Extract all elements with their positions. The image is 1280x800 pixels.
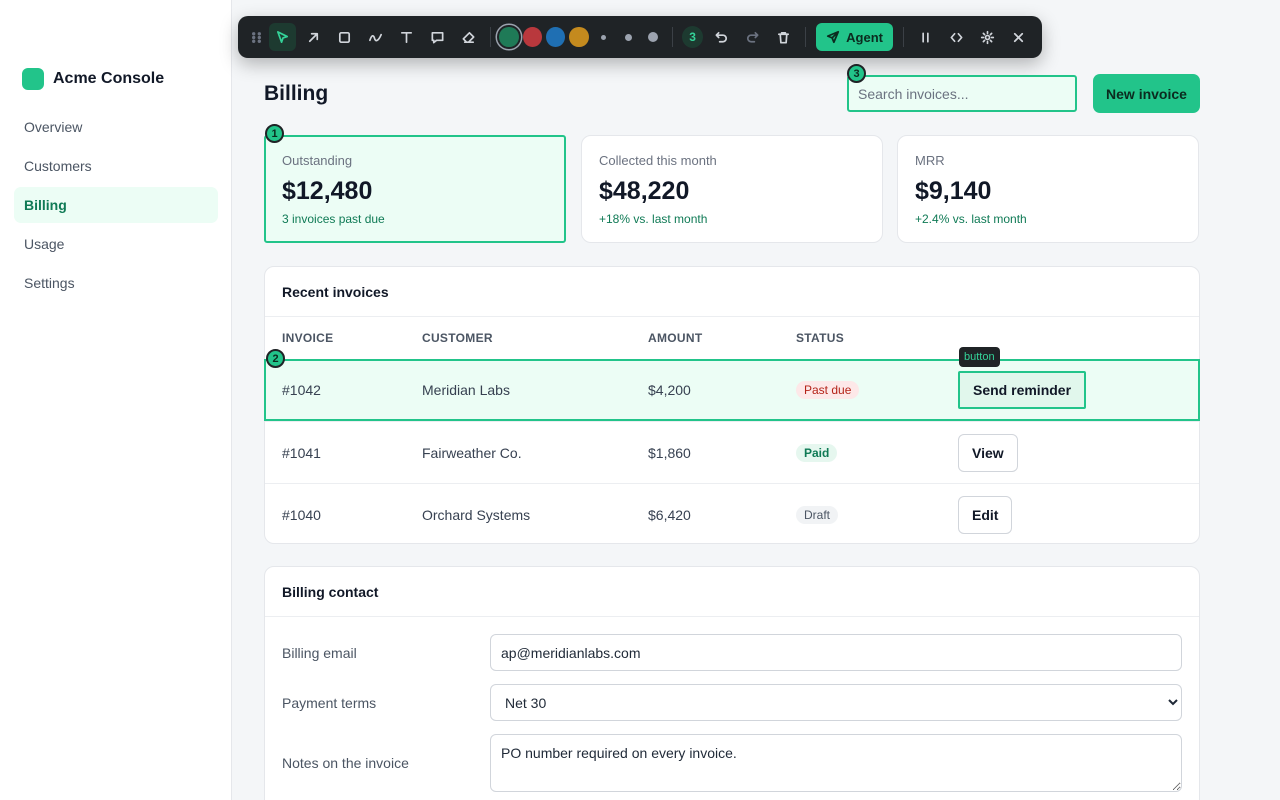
agent-button[interactable]: Agent (816, 23, 893, 51)
text-tool-icon[interactable] (393, 23, 420, 51)
recent-invoices-panel: Recent invoices INVOICE CUSTOMER AMOUNT … (264, 266, 1200, 544)
stat-value: $48,220 (599, 177, 690, 205)
undo-icon[interactable] (708, 23, 735, 51)
table-row: #1040 Orchard Systems $6,420 Draft Edit (265, 483, 1199, 545)
sidebar: Acme Console Overview Customers Billing … (0, 0, 232, 800)
pause-icon[interactable] (912, 23, 939, 51)
stat-value: $9,140 (915, 177, 992, 205)
invoice-amount: $6,420 (648, 506, 691, 523)
page-title: Billing (264, 82, 329, 105)
sidebar-item-billing[interactable]: Billing (14, 187, 218, 223)
panel-title: Billing contact (265, 567, 1199, 617)
stat-card-outstanding: Outstanding $12,480 3 invoices past due (264, 135, 566, 243)
billing-email-label: Billing email (282, 644, 357, 661)
stat-card-collected: Collected this month $48,220 +18% vs. la… (581, 135, 883, 243)
invoice-customer: Fairweather Co. (422, 444, 522, 461)
sidebar-item-customers[interactable]: Customers (14, 148, 218, 184)
annotation-marker-1[interactable]: 1 (265, 124, 284, 143)
stat-subtext: 3 invoices past due (282, 212, 385, 226)
stroke-size-large[interactable] (642, 25, 665, 49)
form-row-notes: Notes on the invoice PO number required … (265, 734, 1199, 792)
freehand-tool-icon[interactable] (362, 23, 389, 51)
rectangle-tool-icon[interactable] (331, 23, 358, 51)
annotation-marker-3[interactable]: 3 (847, 64, 866, 83)
color-swatch-blue[interactable] (545, 27, 566, 47)
toolbar-divider (902, 27, 904, 47)
toolbar-divider (805, 27, 807, 47)
comment-tool-icon[interactable] (424, 23, 451, 51)
send-reminder-button[interactable]: Send reminder (958, 371, 1087, 409)
billing-contact-panel: Billing contact Billing email Payment te… (264, 566, 1200, 800)
stroke-size-small[interactable] (592, 25, 615, 49)
select-tool-icon[interactable] (269, 23, 297, 51)
invoice-amount: $4,200 (648, 382, 691, 398)
collapse-icon[interactable] (943, 23, 970, 51)
table-row: #1041 Fairweather Co. $1,860 Paid View (265, 421, 1199, 483)
agent-button-label: Agent (846, 29, 883, 45)
invoice-notes-field[interactable]: PO number required on every invoice. (490, 734, 1182, 792)
close-icon[interactable] (1005, 23, 1032, 51)
gear-icon[interactable] (974, 23, 1001, 51)
stat-label: MRR (915, 153, 945, 168)
column-header-invoice: INVOICE (282, 331, 334, 345)
stat-card-mrr: MRR $9,140 +2.4% vs. last month (897, 135, 1199, 243)
redo-icon[interactable] (739, 23, 766, 51)
invoice-id: #1040 (282, 506, 321, 523)
element-type-tooltip: button (959, 347, 1000, 367)
sidebar-nav: Overview Customers Billing Usage Setting… (14, 109, 218, 304)
toolbar-divider (671, 27, 673, 47)
color-swatch-red[interactable] (522, 27, 542, 47)
invoice-notes-label: Notes on the invoice (282, 755, 409, 771)
column-header-customer: CUSTOMER (422, 331, 493, 345)
brand-logo-icon (22, 68, 44, 90)
stroke-size-medium[interactable] (617, 25, 640, 49)
form-row-email: Billing email (265, 634, 1199, 671)
stat-value: $12,480 (282, 177, 373, 205)
eraser-tool-icon[interactable] (455, 23, 482, 51)
table-header: INVOICE CUSTOMER AMOUNT STATUS (265, 317, 1199, 359)
panel-title: Recent invoices (265, 267, 1199, 317)
status-badge: Paid (796, 443, 838, 462)
stat-label: Outstanding (282, 153, 353, 168)
annotation-count-badge: 3 (681, 26, 704, 48)
payment-terms-select[interactable]: Net 30 (490, 684, 1182, 721)
edit-invoice-button[interactable]: Edit (958, 495, 1013, 534)
sidebar-item-overview[interactable]: Overview (14, 109, 218, 145)
stat-subtext: +18% vs. last month (599, 212, 708, 226)
table-row: 2 button #1042 Meridian Labs $4,200 Past… (264, 347, 1200, 421)
brand[interactable]: Acme Console (22, 68, 164, 90)
brand-name: Acme Console (53, 70, 165, 87)
column-header-status: STATUS (796, 331, 845, 345)
toolbar-divider (490, 27, 492, 47)
annotation-marker-2[interactable]: 2 (266, 349, 285, 368)
stat-subtext: +2.4% vs. last month (915, 212, 1027, 226)
invoice-customer: Orchard Systems (422, 506, 531, 523)
status-badge: Past due (796, 381, 860, 399)
annotation-toolbar: 3 Agent (238, 16, 1042, 58)
invoice-customer: Meridian Labs (422, 382, 510, 398)
payment-terms-label: Payment terms (282, 694, 377, 711)
stat-label: Collected this month (599, 153, 717, 168)
invoice-id: #1041 (282, 444, 321, 461)
sidebar-item-settings[interactable]: Settings (14, 265, 218, 301)
arrow-tool-icon[interactable] (300, 23, 327, 51)
status-badge: Draft (796, 505, 839, 524)
color-swatch-green[interactable] (499, 27, 519, 47)
color-swatch-amber[interactable] (569, 27, 589, 47)
new-invoice-button[interactable]: New invoice (1093, 74, 1200, 113)
form-row-terms: Payment terms Net 30 (265, 684, 1199, 721)
billing-email-field[interactable] (490, 634, 1182, 671)
send-icon (827, 30, 840, 44)
sidebar-item-usage[interactable]: Usage (14, 226, 218, 262)
view-invoice-button[interactable]: View (958, 433, 1018, 472)
trash-icon[interactable] (770, 23, 797, 51)
invoice-amount: $1,860 (648, 444, 691, 461)
drag-handle-icon[interactable] (248, 23, 265, 51)
column-header-amount: AMOUNT (648, 331, 703, 345)
invoice-id: #1042 (282, 382, 321, 398)
search-input[interactable] (847, 75, 1077, 112)
